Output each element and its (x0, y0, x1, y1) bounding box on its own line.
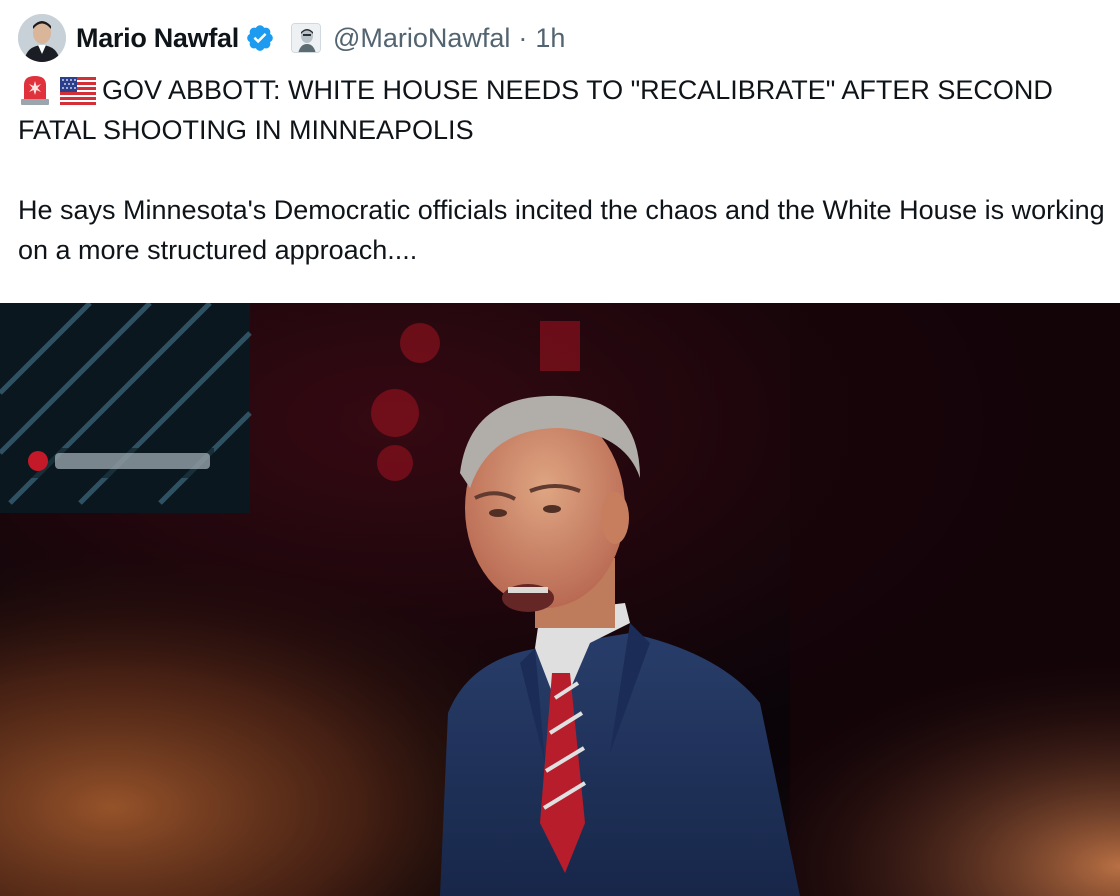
author-name[interactable]: Mario Nawfal (76, 23, 239, 54)
tweet-text: GOV ABBOTT: WHITE HOUSE NEEDS TO "RECALI… (18, 70, 1108, 270)
affiliate-badge-icon[interactable] (290, 23, 321, 53)
avatar[interactable] (18, 14, 66, 62)
tweet-headline: GOV ABBOTT: WHITE HOUSE NEEDS TO "RECALI… (18, 75, 1053, 145)
tweet-body: He says Minnesota's Democratic officials… (18, 195, 1105, 265)
tweet-timestamp[interactable]: 1h (535, 23, 565, 54)
speaker-at-podium-photo (0, 303, 1120, 896)
tweet-card[interactable]: Mario Nawfal @MarioNawfal · 1h GOV ABBOT… (0, 0, 1120, 896)
author-handle[interactable]: @MarioNawfal (333, 23, 510, 54)
avatar-portrait-icon (18, 14, 66, 62)
rotating-light-icon (18, 73, 54, 105)
tweet-media-photo[interactable] (0, 303, 1120, 896)
tweet-headline-line: GOV ABBOTT: WHITE HOUSE NEEDS TO "RECALI… (18, 70, 1108, 150)
verified-badge-icon[interactable] (245, 23, 275, 53)
tweet-header: Mario Nawfal @MarioNawfal · 1h (18, 14, 565, 62)
us-flag-icon (60, 75, 96, 107)
meta-separator: · (518, 22, 528, 53)
